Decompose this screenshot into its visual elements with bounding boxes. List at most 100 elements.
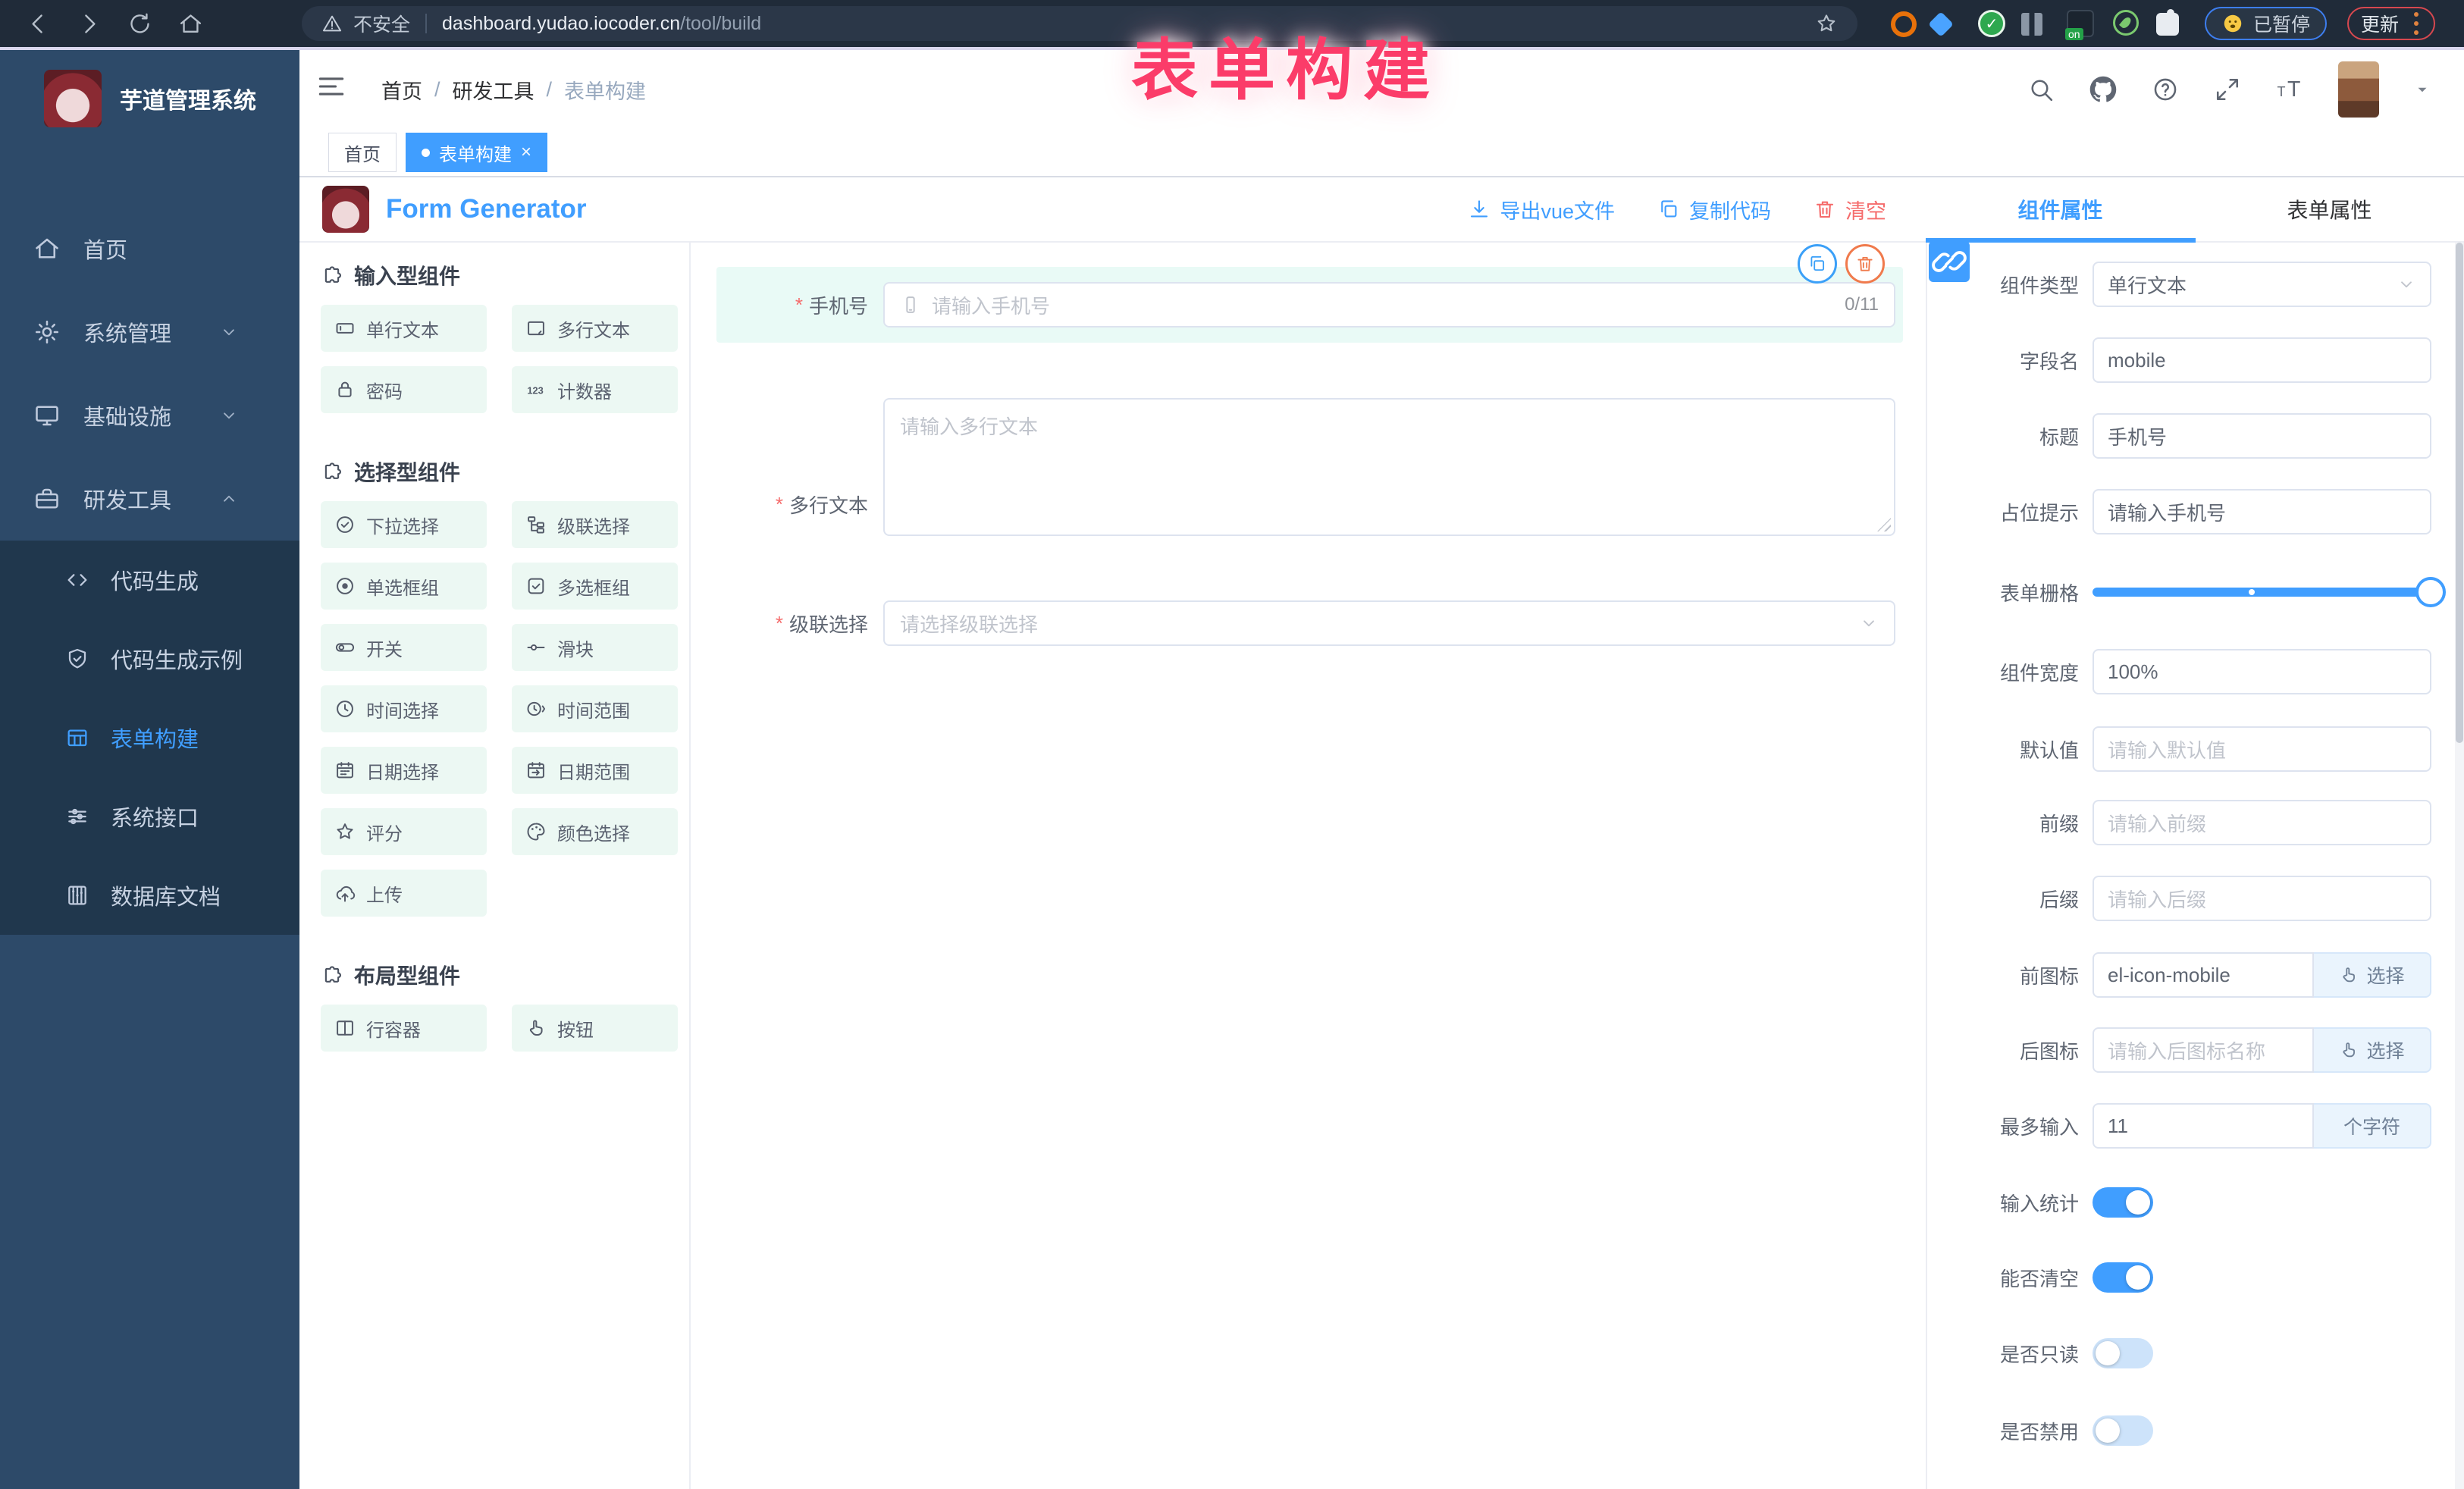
inspector-input-默认值[interactable]: 请输入默认值 <box>2093 726 2431 772</box>
link-button[interactable] <box>1929 241 1970 282</box>
fullscreen-icon[interactable] <box>2214 76 2241 103</box>
inspector-input-占位提示[interactable]: 请输入手机号 <box>2093 489 2431 534</box>
field-select[interactable]: 请选择级联选择 <box>883 600 1895 646</box>
tag-表单构建[interactable]: 表单构建× <box>406 133 547 172</box>
canvas-field-级联选择[interactable]: *级联选择请选择级联选择 <box>716 585 1903 661</box>
resize-handle-icon[interactable] <box>1877 518 1891 531</box>
toggle-是否禁用[interactable] <box>2093 1415 2153 1446</box>
fontsize-icon[interactable]: TT <box>2276 76 2303 103</box>
user-avatar[interactable] <box>2338 61 2379 118</box>
delete-field-button[interactable] <box>1845 244 1885 284</box>
action-导出vue文件[interactable]: 导出vue文件 <box>1468 195 1615 224</box>
sidebar-item-基础设施[interactable]: 基础设施 <box>0 374 299 457</box>
palette-item-单行文本[interactable]: 单行文本 <box>321 305 487 352</box>
inspector-input-组件宽度[interactable]: 100% <box>2093 649 2431 694</box>
palette-item-级联选择[interactable]: 级联选择 <box>512 501 678 548</box>
toggle-能否清空[interactable] <box>2093 1262 2153 1293</box>
inspector-select-组件类型[interactable]: 单行文本 <box>2093 262 2431 307</box>
inspector-label: 表单栅格 <box>1927 569 2079 615</box>
group-input[interactable]: el-icon-mobile <box>2093 952 2314 998</box>
green-check-ext-icon[interactable]: ✓ <box>1978 10 2005 37</box>
group-input[interactable]: 请输入后图标名称 <box>2093 1027 2314 1073</box>
orange-ext-icon[interactable] <box>1891 11 1917 37</box>
field-input[interactable]: 请输入手机号0/11 <box>883 282 1895 328</box>
inspector-input-前缀[interactable]: 请输入前缀 <box>2093 800 2431 845</box>
home-icon[interactable] <box>178 11 203 36</box>
breadcrumb-item: 表单构建 <box>564 75 646 105</box>
back-icon[interactable] <box>26 11 51 36</box>
toggle-是否只读[interactable] <box>2093 1338 2153 1368</box>
palette-item-多行文本[interactable]: 多行文本 <box>512 305 678 352</box>
sidebar-subitem-代码生成示例[interactable]: 代码生成示例 <box>0 619 299 698</box>
toggle-输入统计[interactable] <box>2093 1187 2153 1218</box>
palette-item-行容器[interactable]: 行容器 <box>321 1005 487 1052</box>
scrollbar-thumb[interactable] <box>2456 243 2463 743</box>
puzzle-ext-icon[interactable] <box>2156 13 2179 36</box>
palette-item-label: 下拉选择 <box>366 512 439 538</box>
palette-item-多选框组[interactable]: 多选框组 <box>512 563 678 610</box>
caret-down-icon[interactable] <box>2414 81 2431 98</box>
phone-icon <box>900 294 921 315</box>
help-icon[interactable] <box>2152 76 2179 103</box>
leaf-ext-icon[interactable] <box>2113 10 2139 36</box>
palette-item-密码[interactable]: 密码 <box>321 366 487 413</box>
paused-badge[interactable]: 已暂停 <box>2205 7 2327 40</box>
inspector-input-字段名[interactable]: mobile <box>2093 337 2431 383</box>
palette-item-颜色选择[interactable]: 颜色选择 <box>512 808 678 855</box>
slider-handle[interactable] <box>2415 577 2446 607</box>
bookmark-star-icon[interactable] <box>1815 12 1838 35</box>
update-button[interactable]: 更新 <box>2347 7 2435 40</box>
field-textarea[interactable]: 请输入多行文本 <box>883 398 1895 536</box>
sidebar-item-系统管理[interactable]: 系统管理 <box>0 290 299 374</box>
form-grid-slider[interactable] <box>2093 588 2440 597</box>
palette-item-下拉选择[interactable]: 下拉选择 <box>321 501 487 548</box>
palette-item-滑块[interactable]: 滑块 <box>512 624 678 671</box>
sidebar: 芋道管理系统 首页系统管理基础设施研发工具 代码生成代码生成示例表单构建系统接口… <box>0 50 299 1489</box>
palette-item-日期范围[interactable]: 日期范围 <box>512 747 678 794</box>
copy-field-button[interactable] <box>1798 244 1837 284</box>
icon-select-button[interactable]: 选择 <box>2314 952 2431 998</box>
palette-item-时间选择[interactable]: 时间选择 <box>321 685 487 732</box>
onoff-ext-icon[interactable]: on <box>2067 10 2094 37</box>
palette-item-开关[interactable]: 开关 <box>321 624 487 671</box>
palette-item-评分[interactable]: 评分 <box>321 808 487 855</box>
sidebar-item-研发工具[interactable]: 研发工具 <box>0 457 299 541</box>
sidebar-item-首页[interactable]: 首页 <box>0 207 299 290</box>
palette-item-按钮[interactable]: 按钮 <box>512 1005 678 1052</box>
columns-ext-icon[interactable] <box>2021 13 2042 36</box>
palette-item-单选框组[interactable]: 单选框组 <box>321 563 487 610</box>
gem-ext-icon[interactable] <box>1928 11 1954 37</box>
action-清空[interactable]: 清空 <box>1814 195 1886 224</box>
action-复制代码[interactable]: 复制代码 <box>1657 195 1771 224</box>
palette-item-日期选择[interactable]: 日期选择 <box>321 747 487 794</box>
tab-表单属性[interactable]: 表单属性 <box>2195 177 2464 241</box>
url-bar[interactable]: 不安全 dashboard.yudao.iocoder.cn /tool/bui… <box>302 6 1857 41</box>
tab-组件属性[interactable]: 组件属性 <box>1926 177 2195 241</box>
reload-icon[interactable] <box>127 11 152 36</box>
palette-item-时间范围[interactable]: 时间范围 <box>512 685 678 732</box>
app-logo-row[interactable]: 芋道管理系统 <box>0 50 299 127</box>
palette-item-计数器[interactable]: 123计数器 <box>512 366 678 413</box>
scrollbar[interactable] <box>2455 243 2464 1489</box>
icon-select-button[interactable]: 选择 <box>2314 1027 2431 1073</box>
github-icon[interactable] <box>2089 76 2117 103</box>
tag-close-icon[interactable]: × <box>521 142 531 163</box>
more-dots-icon <box>2414 21 2419 26</box>
search-icon[interactable] <box>2027 76 2055 103</box>
tag-首页[interactable]: 首页 <box>328 133 397 172</box>
palette-item-上传[interactable]: 上传 <box>321 870 487 917</box>
canvas-field-多行文本[interactable]: *多行文本请输入多行文本 <box>716 383 1903 551</box>
breadcrumb-item[interactable]: 首页 <box>381 75 422 105</box>
input-placeholder: 请输入默认值 <box>2108 735 2226 763</box>
inspector-input-标题[interactable]: 手机号 <box>2093 413 2431 459</box>
forward-icon[interactable] <box>77 11 102 36</box>
canvas-field-手机号[interactable]: *手机号请输入手机号0/11 <box>716 267 1903 343</box>
sidebar-subitem-数据库文档[interactable]: 数据库文档 <box>0 856 299 935</box>
breadcrumb-item[interactable]: 研发工具 <box>453 75 534 105</box>
sidebar-subitem-表单构建[interactable]: 表单构建 <box>0 698 299 777</box>
hamburger-icon[interactable] <box>315 70 348 103</box>
sidebar-subitem-系统接口[interactable]: 系统接口 <box>0 777 299 856</box>
group-input[interactable]: 11 <box>2093 1103 2314 1149</box>
sidebar-subitem-代码生成[interactable]: 代码生成 <box>0 541 299 619</box>
inspector-input-后缀[interactable]: 请输入后缀 <box>2093 876 2431 921</box>
